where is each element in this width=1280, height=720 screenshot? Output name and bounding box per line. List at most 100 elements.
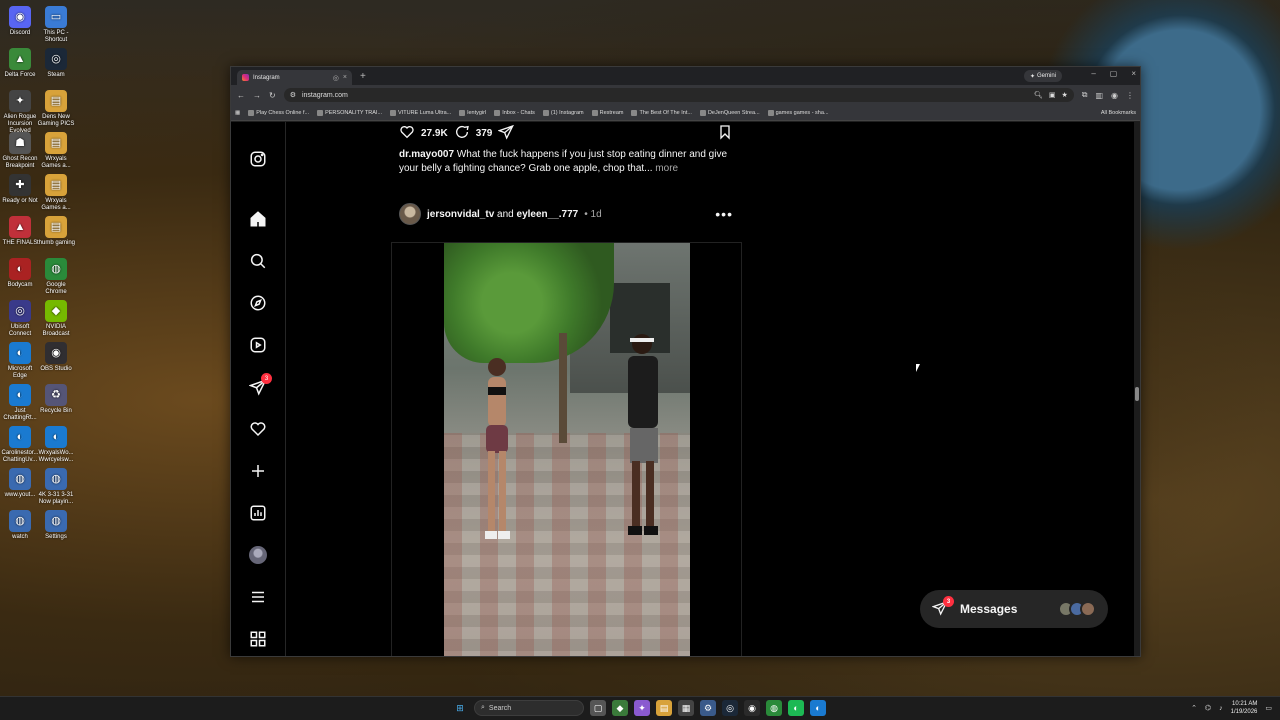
settings-gear-icon[interactable]: ⚙	[700, 700, 716, 716]
tab-close-button[interactable]: ×	[343, 74, 347, 81]
file-explorer-icon[interactable]: ▤	[656, 700, 672, 716]
comment-count[interactable]: 379	[476, 128, 493, 139]
bookmark-item[interactable]: PERSONALITY TRAI...	[317, 109, 382, 116]
desktop-icon[interactable]: ▲ THE FINALS	[0, 216, 40, 247]
explore-icon[interactable]	[248, 293, 268, 313]
bookmark-item[interactable]: lentygirl	[459, 109, 486, 116]
post-author-avatar[interactable]	[399, 203, 421, 225]
comment-icon[interactable]	[454, 124, 470, 143]
bookmark-item[interactable]: The Best Of The Int...	[631, 109, 692, 116]
desktop-icon[interactable]: ◍ Google Chrome	[36, 258, 76, 296]
taskbar-search[interactable]: ⌕ Search	[474, 700, 584, 716]
desktop-icon[interactable]: ▤ Wrxyals Games a...	[36, 174, 76, 212]
obs-icon[interactable]: ◉	[744, 700, 760, 716]
edge-icon[interactable]: ◐	[810, 700, 826, 716]
volume-icon[interactable]: ♪	[1219, 705, 1223, 712]
like-heart-icon[interactable]	[399, 124, 415, 143]
like-count[interactable]: 27.9K	[421, 128, 448, 139]
reload-icon[interactable]: ↻	[269, 91, 276, 100]
close-window-button[interactable]: ×	[1131, 69, 1136, 78]
notifications-icon[interactable]: ▭	[1265, 704, 1272, 712]
forward-arrow-icon[interactable]: →	[253, 91, 261, 100]
xbox-icon[interactable]: ◆	[612, 700, 628, 716]
desktop-icon[interactable]: ◍ watch	[0, 510, 40, 541]
messages-button[interactable]: 3 Messages	[920, 590, 1108, 628]
caption-username[interactable]: dr.mayo007	[399, 149, 454, 160]
spotify-icon[interactable]: ◐	[788, 700, 804, 716]
tab-instagram[interactable]: Instagram ◎ ×	[237, 70, 352, 85]
caption-more-link[interactable]: more	[655, 163, 678, 174]
apps-grid-icon[interactable]: ▦	[235, 110, 240, 116]
desktop-icon[interactable]: ◐ Carolinestor... ChattingUv...	[0, 426, 40, 464]
share-icon[interactable]	[497, 124, 515, 143]
post-options-button[interactable]: •••	[715, 206, 733, 222]
all-bookmarks-button[interactable]: All Bookmarks	[1101, 110, 1136, 116]
scrollbar-thumb[interactable]	[1135, 387, 1139, 401]
desktop-icon[interactable]: ◆ NVIDIA Broadcast	[36, 300, 76, 338]
mute-icon[interactable]: ◎	[333, 74, 339, 82]
desktop-icon[interactable]: ◐ WrxyalsWo... Wwrcyelsw...	[36, 426, 76, 464]
bookmark-item[interactable]: (1) Instagram	[542, 109, 584, 116]
desktop-icon[interactable]: ◎ Ubisoft Connect	[0, 300, 40, 338]
tray-overflow-icon[interactable]: ⌃	[1191, 704, 1197, 712]
post-video[interactable]	[444, 243, 690, 656]
zoom-icon[interactable]: 🔍︎	[1034, 91, 1043, 99]
desktop-icon[interactable]: ♻ Recycle Bin	[36, 384, 76, 415]
bookmark-item[interactable]: Play Chess Online f...	[248, 109, 309, 116]
bookmark-item[interactable]: Restream	[591, 109, 623, 116]
chrome-icon[interactable]: ◍	[766, 700, 782, 716]
steam-icon[interactable]: ◎	[722, 700, 738, 716]
desktop-icon[interactable]: ◍ Settings	[36, 510, 76, 541]
cast-icon[interactable]: ▣	[1049, 91, 1056, 99]
instagram-logo-icon[interactable]	[248, 149, 268, 169]
bookmark-item[interactable]: VITURE Luma Ultra...	[390, 109, 451, 116]
taskbar-clock[interactable]: 10:21 AM 1/19/2026	[1231, 700, 1258, 716]
reels-icon[interactable]	[248, 335, 268, 355]
more-menu-icon[interactable]	[248, 587, 268, 607]
desktop-icon[interactable]: ◍ www.yout...	[0, 468, 40, 499]
author-username-1[interactable]: jersonvidal_tv	[427, 209, 494, 220]
task-view-icon[interactable]: ▢	[590, 700, 606, 716]
minimize-button[interactable]: –	[1091, 69, 1095, 78]
desktop-icon[interactable]: ◐ Microsoft Edge	[0, 342, 40, 380]
new-tab-button[interactable]: +	[360, 71, 366, 82]
store-icon[interactable]: ▦	[678, 700, 694, 716]
profile-icon[interactable]: ◉	[1111, 91, 1118, 100]
bookmark-item[interactable]: games games - sha...	[767, 109, 829, 116]
profile-avatar[interactable]	[249, 546, 267, 564]
bookmark-item[interactable]: DeJenQueen Strea...	[699, 109, 760, 116]
bookmark-item[interactable]: Inbox - Chats	[494, 109, 535, 116]
windows-start-icon[interactable]: ⊞	[452, 700, 468, 716]
create-plus-icon[interactable]	[248, 461, 268, 481]
desktop-icon[interactable]: ✚ Ready or Not	[0, 174, 40, 205]
copilot-icon[interactable]: ✦	[634, 700, 650, 716]
desktop-icon[interactable]: ◉ OBS Studio	[36, 342, 76, 373]
bookmark-star-icon[interactable]: ★	[1061, 91, 1067, 99]
desktop-icon[interactable]: ▤ Dens New Gaming PICS	[36, 90, 76, 128]
search-icon[interactable]	[248, 251, 268, 271]
desktop-icon[interactable]: ▤ Wrxyals Games a...	[36, 132, 76, 170]
direct-messages-icon[interactable]: 3	[248, 373, 272, 397]
page-scrollbar[interactable]	[1134, 122, 1140, 656]
extensions-icon[interactable]: ⧉	[1082, 90, 1088, 100]
desktop-icon[interactable]: ◐ Bodycam	[0, 258, 40, 289]
desktop-icon[interactable]: ◐ Just ChattingRt...	[0, 384, 40, 422]
desktop-icon[interactable]: ▲ Delta Force	[0, 48, 40, 79]
desktop-icon[interactable]: ◎ Steam	[36, 48, 76, 79]
desktop-icon[interactable]: ▤ thumb gaming	[36, 216, 76, 247]
desktop-icon[interactable]: ▭ This PC - Shortcut	[36, 6, 76, 44]
maximize-button[interactable]: ▢	[1110, 69, 1118, 78]
sidebar-icon[interactable]: ▥	[1095, 91, 1103, 100]
desktop-icon[interactable]: ◍ 4K 3-31 3-31 Now playin...	[36, 468, 76, 506]
gemini-button[interactable]: ✦ Gemini	[1023, 70, 1062, 82]
desktop-icon[interactable]: ☗ Ghost Recon Breakpoint	[0, 132, 40, 170]
address-bar[interactable]: ⚙ instagram.com 🔍︎ ▣ ★	[283, 88, 1074, 102]
desktop-icon[interactable]: ◉ Discord	[0, 6, 40, 37]
home-icon[interactable]	[248, 209, 268, 229]
save-bookmark-icon[interactable]	[717, 124, 733, 143]
also-from-meta-icon[interactable]	[248, 629, 268, 649]
notifications-heart-icon[interactable]	[248, 419, 268, 439]
network-icon[interactable]: ⌬	[1205, 704, 1211, 712]
author-username-2[interactable]: eyleen__.777	[517, 209, 579, 220]
back-arrow-icon[interactable]: ←	[237, 91, 245, 100]
